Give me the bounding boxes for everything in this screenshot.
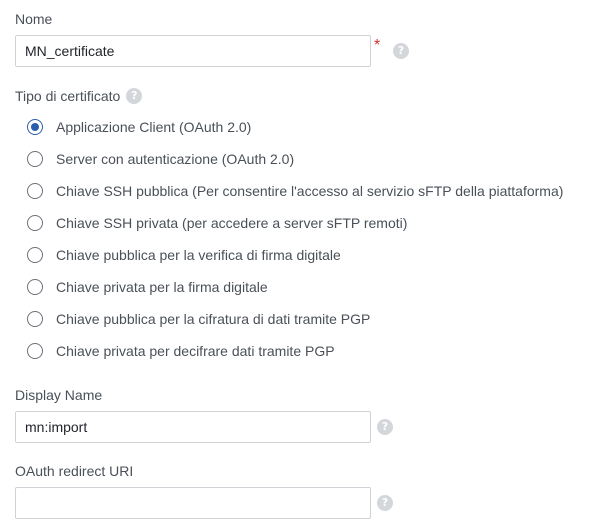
radio-option-signature-private[interactable]: Chiave privata per la firma digitale	[27, 277, 268, 297]
redirect-uri-input[interactable]	[15, 487, 371, 519]
radio-option-ssh-public[interactable]: Chiave SSH pubblica (Per consentire l'ac…	[27, 181, 563, 201]
radio-button[interactable]	[27, 183, 43, 199]
radio-option-label: Chiave SSH pubblica (Per consentire l'ac…	[56, 183, 564, 199]
radio-option-label: Server con autenticazione (OAuth 2.0)	[56, 151, 295, 167]
radio-option-label: Chiave SSH privata (per accedere a serve…	[56, 215, 408, 231]
radio-option-label: Chiave pubblica per la verifica di firma…	[56, 247, 341, 263]
radio-option-ssh-private[interactable]: Chiave SSH privata (per accedere a serve…	[27, 213, 407, 233]
radio-button[interactable]	[27, 247, 43, 263]
radio-option-client-oauth[interactable]: Applicazione Client (OAuth 2.0)	[27, 117, 251, 137]
radio-option-label: Chiave pubblica per la cifratura di dati…	[56, 311, 371, 327]
certificate-type-group-label: Tipo di certificato ?	[15, 88, 143, 104]
radio-button[interactable]	[27, 151, 43, 167]
radio-option-signature-verify[interactable]: Chiave pubblica per la verifica di firma…	[27, 245, 341, 265]
question-circle-icon[interactable]: ?	[126, 88, 143, 104]
radio-button[interactable]	[27, 279, 43, 295]
display-name-label: Display Name	[15, 387, 103, 403]
radio-option-server-oauth[interactable]: Server con autenticazione (OAuth 2.0)	[27, 149, 294, 169]
certificate-type-label: Tipo di certificato	[15, 88, 121, 104]
question-circle-icon[interactable]: ?	[393, 43, 409, 59]
radio-button-checked[interactable]	[27, 119, 43, 135]
radio-option-label: Applicazione Client (OAuth 2.0)	[56, 119, 252, 135]
radio-button[interactable]	[27, 311, 43, 327]
radio-button[interactable]	[27, 343, 43, 359]
display-name-input[interactable]	[15, 411, 371, 443]
name-label: Nome	[15, 11, 53, 27]
question-circle-icon[interactable]: ?	[377, 419, 393, 435]
redirect-uri-label: OAuth redirect URI	[15, 463, 134, 479]
radio-option-pgp-public[interactable]: Chiave pubblica per la cifratura di dati…	[27, 309, 370, 329]
radio-option-pgp-private[interactable]: Chiave privata per decifrare dati tramit…	[27, 341, 335, 361]
required-asterisk: *	[374, 37, 381, 54]
radio-option-label: Chiave privata per la firma digitale	[56, 279, 268, 295]
radio-option-label: Chiave privata per decifrare dati tramit…	[56, 343, 335, 359]
name-input[interactable]	[15, 35, 371, 67]
question-circle-icon[interactable]: ?	[377, 495, 393, 511]
radio-button[interactable]	[27, 215, 43, 231]
